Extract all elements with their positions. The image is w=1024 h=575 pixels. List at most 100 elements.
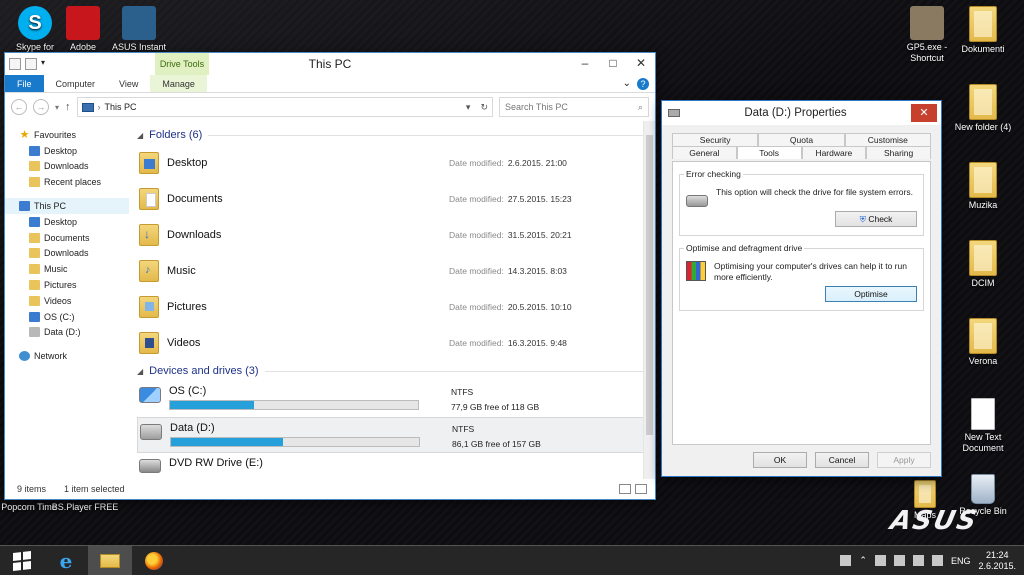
drive-row-dvd-e[interactable]: DVD RW Drive (E:)	[137, 453, 649, 475]
tab-sharing[interactable]: Sharing	[866, 146, 931, 159]
nav-pc-downloads[interactable]: Downloads	[5, 246, 129, 262]
close-button[interactable]: ✕	[911, 104, 937, 122]
properties-titlebar[interactable]: Data (D:) Properties ✕	[662, 101, 941, 125]
tab-manage[interactable]: Manage	[150, 75, 207, 92]
forward-button[interactable]: →	[33, 99, 49, 115]
system-tray: ⌃ ENG 21:24 2.6.2015.	[840, 550, 1024, 572]
tab-hardware[interactable]: Hardware	[801, 146, 867, 159]
search-placeholder: Search This PC	[505, 102, 568, 112]
error-checking-description: This option will check the drive for fil…	[716, 187, 913, 197]
tab-file[interactable]: File	[5, 75, 44, 92]
folder-name: Documents	[167, 193, 223, 205]
tab-customise[interactable]: Customise	[844, 133, 931, 146]
nav-label: OS (C:)	[44, 311, 75, 322]
desktop-icon-label: New Text Document	[962, 432, 1004, 453]
desktop-icon-new-text-document[interactable]: New Text Document	[948, 398, 1018, 454]
ok-button[interactable]: OK	[753, 452, 807, 468]
nav-pc-desktop[interactable]: Desktop	[5, 214, 129, 230]
desktop-icon-dokumenti[interactable]: Dokumenti	[948, 6, 1018, 55]
drive-row-os-c[interactable]: OS (C:) NTFS 77,9 GB free of 118 GB	[137, 381, 649, 417]
search-box[interactable]: Search This PC ⌕	[499, 97, 649, 117]
desktop-icon-new-folder-4[interactable]: New folder (4)	[948, 84, 1018, 133]
tab-row-bottom: General Tools Hardware Sharing	[672, 146, 931, 159]
nav-pc-data-d[interactable]: Data (D:)	[5, 325, 129, 341]
folder-row-downloads[interactable]: Downloads Date modified: 31.5.2015. 20:2…	[137, 217, 649, 253]
action-center-flag-icon[interactable]	[874, 555, 886, 566]
apply-button[interactable]: Apply	[877, 452, 931, 468]
recent-places-icon	[29, 177, 40, 188]
desktop-icon-bsplayer[interactable]: BS.Player FREE	[50, 502, 120, 513]
address-dropdown-icon[interactable]: ▾	[466, 102, 471, 113]
recent-dropdown-icon[interactable]: ▾	[55, 103, 59, 112]
taskbar-file-explorer[interactable]	[88, 545, 132, 575]
folder-icon	[969, 6, 997, 42]
desktop-icon-asus-instant[interactable]: ASUS Instant	[104, 6, 174, 53]
desktop-icon-dcim[interactable]: DCIM	[948, 240, 1018, 289]
ribbon-expand-icon[interactable]: ⌄	[623, 78, 631, 89]
tiles-view-icon[interactable]	[635, 484, 647, 494]
folder-row-desktop[interactable]: Desktop Date modified: 2.6.2015. 21:00	[137, 145, 649, 181]
nav-favourites[interactable]: ★ Favourites	[5, 127, 129, 143]
scrollbar-thumb[interactable]	[646, 135, 653, 435]
explorer-titlebar[interactable]: ▾ Drive Tools This PC – □ ✕	[5, 53, 655, 75]
nav-this-pc[interactable]: This PC	[5, 198, 129, 214]
folder-row-videos[interactable]: Videos Date modified: 16.3.2015. 9:48	[137, 325, 649, 361]
nav-pc-videos[interactable]: Videos	[5, 293, 129, 309]
up-button[interactable]: ↑	[65, 101, 71, 113]
back-button[interactable]: ←	[11, 99, 27, 115]
taskbar-internet-explorer[interactable]: e	[44, 546, 88, 575]
tab-tools[interactable]: Tools	[736, 146, 802, 159]
taskbar-firefox[interactable]	[132, 546, 176, 575]
tab-general[interactable]: General	[672, 146, 737, 159]
maximize-button[interactable]: □	[599, 53, 627, 73]
drive-icon	[140, 424, 162, 440]
date-value: 14.3.2015. 8:03	[507, 266, 567, 276]
nav-fav-desktop[interactable]: Desktop	[5, 143, 129, 159]
folder-row-pictures[interactable]: Pictures Date modified: 20.5.2015. 10:10	[137, 289, 649, 325]
check-button[interactable]: ⛨ Check	[835, 211, 917, 227]
ribbon-right-controls: ⌄ ?	[623, 75, 655, 92]
drive-row-data-d[interactable]: Data (D:) NTFS 86,1 GB free of 157 GB	[137, 417, 649, 453]
defragment-icon	[686, 261, 706, 281]
nav-fav-downloads[interactable]: Downloads	[5, 159, 129, 175]
folder-row-music[interactable]: Music Date modified: 14.3.2015. 8:03	[137, 253, 649, 289]
address-bar[interactable]: › This PC ▾ ↻	[76, 97, 493, 117]
folder-row-documents[interactable]: Documents Date modified: 27.5.2015. 15:2…	[137, 181, 649, 217]
desktop-icon-muzika[interactable]: Muzika	[948, 162, 1018, 211]
windows-drive-icon	[29, 311, 40, 322]
minimize-button[interactable]: –	[571, 53, 599, 73]
help-icon[interactable]: ?	[637, 77, 649, 90]
tab-computer[interactable]: Computer	[44, 75, 108, 92]
language-indicator[interactable]: ENG	[951, 556, 971, 566]
tray-app-icon[interactable]	[840, 555, 852, 566]
desktop-icon-verona[interactable]: Verona	[948, 318, 1018, 367]
tab-view[interactable]: View	[107, 75, 150, 92]
battery-icon[interactable]	[893, 555, 905, 566]
wifi-icon[interactable]	[912, 555, 924, 566]
nav-pc-pictures[interactable]: Pictures	[5, 277, 129, 293]
nav-fav-recent[interactable]: Recent places	[5, 174, 129, 190]
music-folder-icon	[139, 260, 159, 282]
nav-network[interactable]: Network	[5, 348, 129, 364]
cancel-button[interactable]: Cancel	[815, 452, 869, 468]
collapse-chevron-icon[interactable]: ◢	[137, 367, 143, 376]
nav-pc-documents[interactable]: Documents	[5, 230, 129, 246]
folders-group-header[interactable]: ◢ Folders (6)	[137, 127, 649, 143]
refresh-icon[interactable]: ↻	[480, 102, 488, 113]
nav-pc-os-c[interactable]: OS (C:)	[5, 309, 129, 325]
collapse-chevron-icon[interactable]: ◢	[137, 131, 143, 140]
clock-time: 21:24	[985, 549, 1009, 560]
tab-quota[interactable]: Quota	[758, 133, 845, 146]
optimise-button[interactable]: Optimise	[825, 286, 917, 302]
nav-pc-music[interactable]: Music	[5, 261, 129, 277]
volume-icon[interactable]	[931, 555, 943, 566]
devices-group-header[interactable]: ◢ Devices and drives (3)	[137, 363, 649, 379]
start-button[interactable]	[0, 546, 44, 575]
address-chevron-icon[interactable]: ›	[98, 102, 101, 112]
tab-security[interactable]: Security	[672, 133, 759, 146]
close-button[interactable]: ✕	[627, 53, 655, 73]
details-view-icon[interactable]	[619, 484, 631, 494]
show-hidden-icons-icon[interactable]: ⌃	[859, 555, 867, 566]
clock[interactable]: 21:24 2.6.2015.	[978, 550, 1016, 572]
vertical-scrollbar[interactable]	[643, 121, 655, 479]
